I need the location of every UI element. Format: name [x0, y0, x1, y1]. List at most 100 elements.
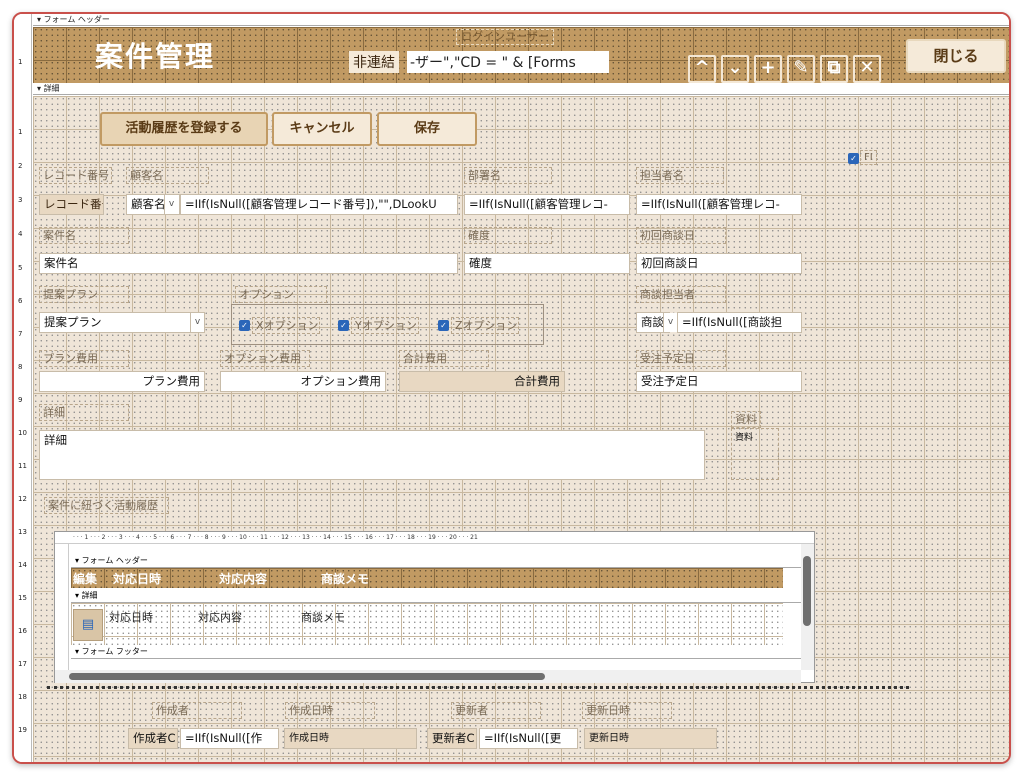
detail-section-label: 詳細 — [43, 84, 60, 93]
subform-ruler-mark: 7 — [187, 534, 192, 541]
ruler-mark: 19 — [18, 726, 27, 734]
subform-ruler-mark: 3 — [118, 534, 123, 541]
dept-field[interactable]: =IIf(IsNull([顧客管理レコ- — [464, 194, 630, 215]
option-y-label: Yオプション — [351, 317, 419, 334]
plan-cost-label: プラン費用 — [39, 350, 129, 367]
plan-combo[interactable]: 提案プラン — [39, 312, 205, 333]
vertical-scrollbar[interactable] — [801, 544, 814, 670]
scrollbar-thumb[interactable] — [803, 556, 811, 626]
subform-ruler-mark: 10 — [239, 534, 247, 541]
chevron-down-icon[interactable]: v — [164, 195, 178, 214]
subform-ruler-mark: 9 — [221, 534, 226, 541]
ruler-mark: 3 — [18, 196, 23, 204]
case-name-field[interactable]: 案件名 — [39, 253, 458, 274]
subform-footer-bar[interactable]: ▾ フォーム フッター — [71, 645, 801, 659]
customer-name-field[interactable]: =IIf(IsNull([顧客管理レコード番号]),"",DLookU — [180, 194, 458, 215]
cancel-button[interactable]: キャンセル — [272, 112, 372, 146]
subform-cell: 対応日時 — [109, 611, 153, 624]
ruler-mark: 15 — [18, 594, 27, 602]
subform-header-label: フォーム ヘッダー — [81, 556, 148, 565]
subform-header-bar[interactable]: ▾ フォーム ヘッダー — [71, 554, 801, 568]
plus-icon[interactable]: + — [754, 55, 782, 83]
certainty-label: 確度 — [464, 227, 552, 244]
updater-code-field[interactable]: 更新者C — [427, 728, 477, 749]
subform-ruler-mark: 14 — [323, 534, 331, 541]
ruler-mark: 13 — [18, 528, 27, 536]
register-activity-button[interactable]: 活動履歴を登録する — [100, 112, 268, 146]
created-at-field[interactable]: 作成日時 — [284, 728, 417, 749]
detail-field[interactable]: 詳細 — [39, 430, 705, 480]
creator-code-field[interactable]: 作成者C — [128, 728, 178, 749]
subform-cell: 対応内容 — [198, 611, 242, 624]
login-user-field[interactable]: -ザー","CD = " & [Forms — [407, 51, 609, 73]
record-no-field[interactable]: レコード番号 — [39, 194, 104, 215]
material-label: 資料 — [731, 411, 761, 428]
ruler-mark: 11 — [18, 462, 27, 470]
updated-at-label: 更新日時 — [582, 702, 672, 719]
total-cost-field[interactable]: 合計費用 — [399, 371, 565, 392]
form-header-bar[interactable]: ▾ フォーム ヘッダー — [33, 14, 1009, 26]
close-button[interactable]: 閉じる — [906, 39, 1006, 73]
edit-form-icon[interactable]: ▤ — [73, 609, 103, 641]
chevron-down-icon[interactable]: v — [190, 313, 204, 332]
subform-ruler-mark: 13 — [302, 534, 310, 541]
option-label: オプション — [235, 286, 327, 303]
chevron-down-icon[interactable]: ⌄ — [721, 55, 749, 83]
sales-rep-label: 商談担当者 — [636, 286, 726, 303]
subform-cell: 商談メモ — [301, 611, 345, 624]
chevron-up-icon[interactable]: ^ — [688, 55, 716, 83]
activity-subform[interactable]: · · · 1 · · · 2 · · · 3 · · · 4 · · · 5 … — [54, 531, 815, 683]
owner-field[interactable]: =IIf(IsNull([顧客管理レコ- — [636, 194, 802, 215]
material-attachment[interactable]: 資料 — [731, 428, 779, 480]
subform-ruler-mark: 16 — [365, 534, 373, 541]
scrollbar-thumb[interactable] — [69, 673, 545, 680]
copy-icon[interactable]: ⧉ — [820, 55, 848, 83]
total-cost-label: 合計費用 — [399, 350, 489, 367]
customer-label: 顧客名 — [126, 167, 209, 184]
subform-detail-bar[interactable]: ▾ 詳細 — [71, 589, 801, 603]
creator-label: 作成者 — [152, 702, 242, 719]
subform-ruler-mark: 17 — [386, 534, 394, 541]
ruler-mark: 18 — [18, 693, 27, 701]
option-z-checkbox[interactable]: ✓ — [438, 320, 449, 331]
subform-ruler-mark: 12 — [281, 534, 289, 541]
order-date-field[interactable]: 受注予定日 — [636, 371, 802, 392]
chevron-down-icon[interactable]: v — [663, 313, 677, 332]
subform-ruler-mark: 1 — [84, 534, 89, 541]
option-y-checkbox[interactable]: ✓ — [338, 320, 349, 331]
subform-ruler-mark: 8 — [204, 534, 209, 541]
creator-field[interactable]: =IIf(IsNull([作 — [180, 728, 279, 749]
subform-detail-area: ▤ 対応日時 対応内容 商談メモ — [71, 603, 783, 645]
plan-label: 提案プラン — [39, 286, 129, 303]
option-cost-label: オプション費用 — [220, 350, 310, 367]
option-cost-field[interactable]: オプション費用 — [220, 371, 386, 392]
option-x-checkbox[interactable]: ✓ — [239, 320, 250, 331]
subform-footer-label: フォーム フッター — [81, 647, 148, 656]
ruler-mark: 12 — [18, 495, 27, 503]
subform-ruler-mark: 18 — [407, 534, 415, 541]
first-meeting-field[interactable]: 初回商談日 — [636, 253, 802, 274]
option-z-label: Zオプション — [451, 317, 519, 334]
ruler-mark: 4 — [18, 230, 23, 238]
updated-at-field[interactable]: 更新日時 — [584, 728, 717, 749]
vertical-ruler: 1 1 2 3 4 5 6 7 8 9 10 11 12 13 14 15 16… — [14, 14, 32, 762]
pencil-icon[interactable]: ✎ — [787, 55, 815, 83]
certainty-field[interactable]: 確度 — [464, 253, 630, 274]
unbound-label: 非連結 — [349, 51, 399, 73]
plan-cost-field[interactable]: プラン費用 — [39, 371, 205, 392]
subform-ruler-mark: 2 — [101, 534, 106, 541]
detail-section-bar[interactable]: ▾ 詳細 — [33, 83, 1009, 95]
page-break-line — [47, 686, 909, 689]
subform-ruler-mark: 15 — [344, 534, 352, 541]
sales-rep-field[interactable]: =IIf(IsNull([商談担 — [677, 312, 802, 333]
save-button[interactable]: 保存 — [377, 112, 477, 146]
subform-detail-label: 詳細 — [81, 591, 98, 600]
column-header: 商談メモ — [321, 572, 370, 586]
subform-ruler-mark: 6 — [170, 534, 175, 541]
horizontal-scrollbar[interactable] — [55, 670, 801, 683]
close-icon[interactable]: ✕ — [853, 55, 881, 83]
updater-label: 更新者 — [451, 702, 541, 719]
fi-checkbox[interactable]: ✓ — [848, 153, 859, 164]
subform-vertical-ruler — [55, 544, 69, 672]
updater-field[interactable]: =IIf(IsNull([更 — [479, 728, 578, 749]
